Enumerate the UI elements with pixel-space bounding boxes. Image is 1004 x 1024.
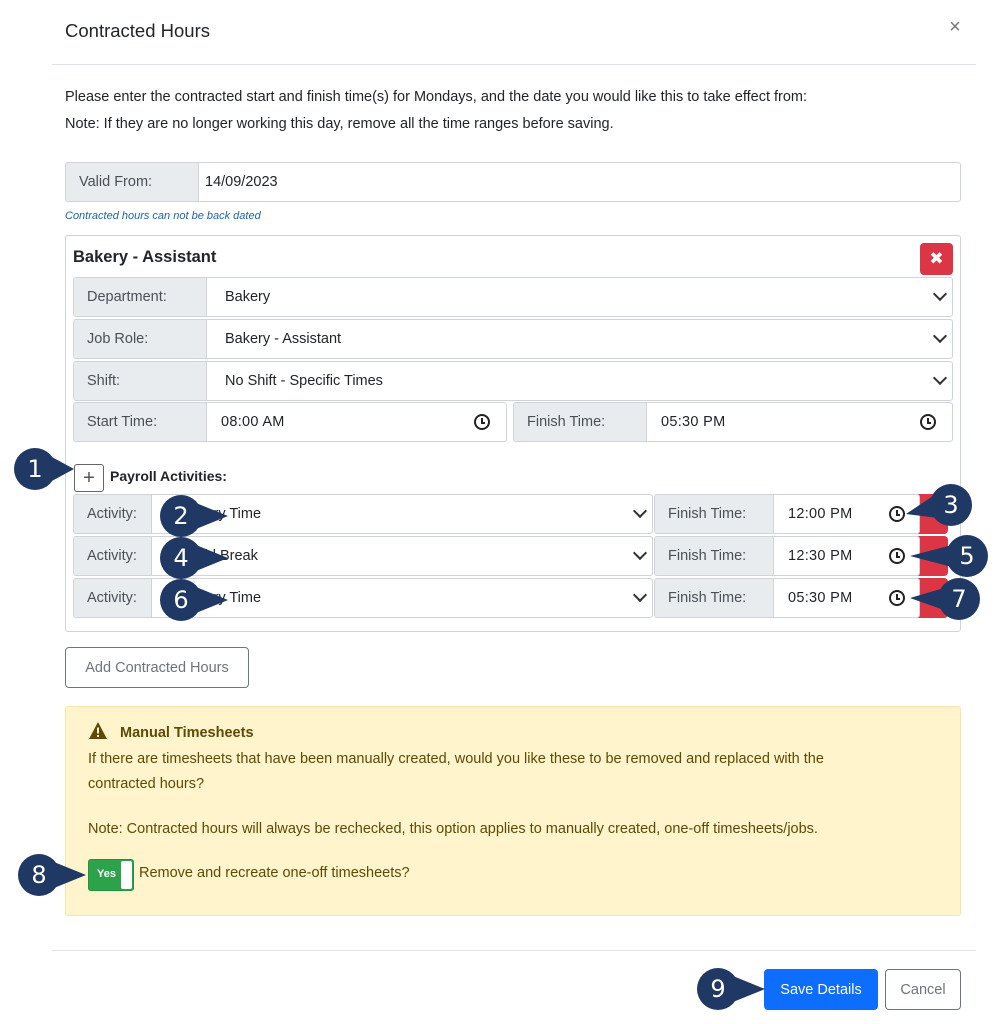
valid-from-hint: Contracted hours can not be back dated [65, 210, 261, 222]
activity-label: Activity: [74, 579, 152, 617]
plus-icon: + [83, 467, 95, 489]
remove-job-button[interactable]: ✖ [920, 243, 953, 275]
job-role-select[interactable]: Bakery - Assistant [207, 320, 952, 358]
callout-marker-3: 3 [906, 482, 974, 528]
chevron-down-icon [632, 587, 648, 603]
activity-finish-input[interactable]: 12:30 PM [774, 537, 919, 575]
warning-icon [89, 722, 107, 739]
department-label: Department: [74, 278, 207, 316]
activity-finish-label: Finish Time: [655, 537, 774, 575]
cancel-button[interactable]: Cancel [885, 969, 961, 1010]
shift-value: No Shift - Specific Times [225, 373, 383, 389]
start-time-input[interactable]: 08:00 AM [207, 403, 506, 441]
department-select[interactable]: Bakery [207, 278, 952, 316]
add-contracted-hours-button[interactable]: Add Contracted Hours [65, 647, 249, 688]
chevron-down-icon [932, 286, 948, 302]
activity-select[interactable]: Ordinary Time [152, 495, 652, 533]
shift-select[interactable]: No Shift - Specific Times [207, 362, 952, 400]
activity-finish-value: 05:30 PM [788, 590, 853, 606]
activity-select[interactable]: Unpaid Break [152, 537, 652, 575]
clock-icon[interactable] [474, 414, 490, 430]
callout-marker-9: 9 [695, 966, 765, 1012]
header-divider [52, 64, 976, 65]
manual-timesheets-note: Note: Contracted hours will always be re… [88, 821, 818, 837]
toggle-label: Yes [97, 868, 116, 880]
job-role-value: Bakery - Assistant [225, 331, 342, 347]
activity-finish-value: 12:00 PM [788, 506, 853, 522]
payroll-activities-label: Payroll Activities: [110, 468, 227, 484]
activity-label: Activity: [74, 537, 152, 575]
activity-finish-input[interactable]: 05:30 PM [774, 579, 919, 617]
clock-icon[interactable] [889, 548, 905, 564]
valid-from-input[interactable]: 14/09/2023 [199, 163, 960, 201]
activity-finish-label: Finish Time: [655, 579, 774, 617]
start-time-value: 08:00 AM [221, 414, 285, 430]
intro-line-1: Please enter the contracted start and fi… [65, 89, 808, 105]
chevron-down-icon [932, 370, 948, 386]
department-value: Bakery [225, 289, 271, 305]
manual-timesheets-text-1: If there are timesheets that have been m… [88, 751, 824, 767]
toggle-description: Remove and recreate one-off timesheets? [139, 865, 410, 881]
activity-select[interactable]: Ordinary Time [152, 579, 652, 617]
callout-marker-8: 8 [16, 852, 86, 898]
close-icon: ✖ [929, 249, 944, 268]
department-group: Department: Bakery [73, 277, 953, 317]
callout-marker-2: 2 [158, 493, 228, 539]
job-role-group: Job Role: Bakery - Assistant [73, 319, 953, 359]
shift-group: Shift: No Shift - Specific Times [73, 361, 953, 401]
activity-finish-group: Finish Time: 05:30 PM [654, 578, 920, 618]
manual-timesheets-text-2: contracted hours? [88, 776, 205, 792]
start-time-group: Start Time: 08:00 AM [73, 402, 507, 442]
activity-finish-value: 12:30 PM [788, 548, 853, 564]
manual-timesheets-title: Manual Timesheets [120, 725, 254, 741]
callout-marker-5: 5 [910, 533, 990, 579]
activity-finish-input[interactable]: 12:00 PM [774, 495, 919, 533]
activity-label: Activity: [74, 495, 152, 533]
chevron-down-icon [632, 503, 648, 519]
activity-finish-label: Finish Time: [655, 495, 774, 533]
chevron-down-icon [932, 328, 948, 344]
clock-icon[interactable] [889, 506, 905, 522]
activity-finish-group: Finish Time: 12:00 PM [654, 494, 920, 534]
callout-marker-1: 1 [12, 446, 74, 492]
save-details-button[interactable]: Save Details [764, 969, 878, 1010]
valid-from-label: Valid From: [66, 163, 199, 201]
add-activity-button[interactable]: + [74, 464, 104, 492]
finish-time-input[interactable]: 05:30 PM [647, 403, 952, 441]
footer-divider [52, 950, 976, 951]
dialog-title: Contracted Hours [65, 20, 210, 41]
clock-icon[interactable] [920, 414, 936, 430]
job-role-label: Job Role: [74, 320, 207, 358]
toggle-knob [121, 861, 132, 889]
start-time-label: Start Time: [74, 403, 207, 441]
callout-marker-6: 6 [158, 577, 228, 623]
intro-line-2: Note: If they are no longer working this… [65, 116, 614, 132]
chevron-down-icon [632, 545, 648, 561]
callout-marker-7: 7 [910, 576, 982, 622]
finish-time-value: 05:30 PM [661, 414, 726, 430]
finish-time-label: Finish Time: [514, 403, 647, 441]
valid-from-group: Valid From: 14/09/2023 [65, 162, 961, 202]
close-icon[interactable]: × [944, 16, 966, 38]
callout-marker-4: 4 [158, 535, 228, 581]
clock-icon[interactable] [889, 590, 905, 606]
finish-time-group: Finish Time: 05:30 PM [513, 402, 953, 442]
job-title: Bakery - Assistant [73, 248, 217, 266]
shift-label: Shift: [74, 362, 207, 400]
remove-recreate-toggle[interactable]: Yes [88, 859, 134, 891]
activity-finish-group: Finish Time: 12:30 PM [654, 536, 920, 576]
